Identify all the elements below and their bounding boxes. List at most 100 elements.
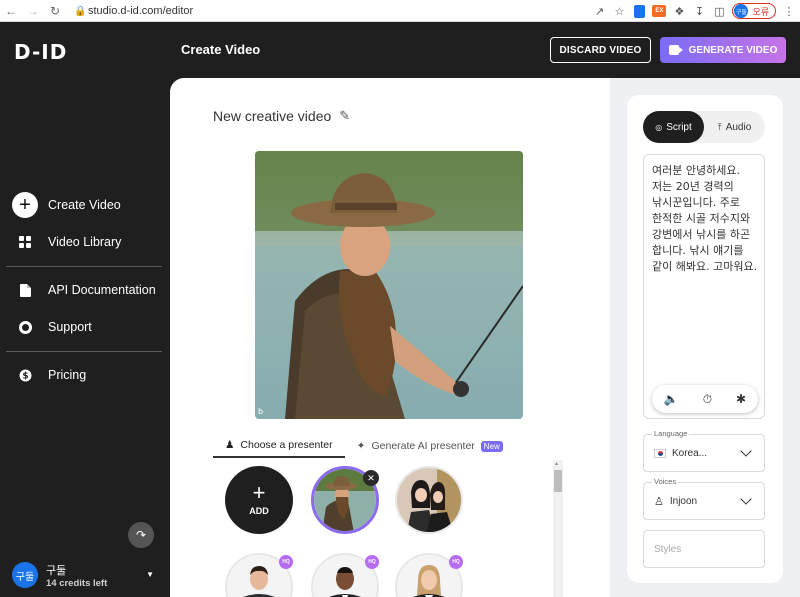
magic-wand-icon[interactable]: ✱ bbox=[736, 392, 746, 406]
scroll-up-icon[interactable]: ▲ bbox=[554, 461, 559, 467]
extension-orange-icon[interactable]: EX bbox=[652, 4, 667, 18]
kebab-menu-icon[interactable]: ⋮ bbox=[782, 4, 796, 18]
pencil-icon[interactable]: ✎ bbox=[339, 108, 350, 124]
add-label: ADD bbox=[249, 506, 269, 516]
page-title: Create Video bbox=[181, 42, 261, 57]
remove-presenter-button[interactable]: ✕ bbox=[363, 470, 379, 486]
sidebar-item-label: Pricing bbox=[48, 368, 87, 382]
tab-audio[interactable]: ⤒ Audio bbox=[704, 111, 765, 143]
avatar: 구둘 bbox=[12, 562, 38, 588]
presenter-grid: + ADD ✕ HQ HQ HQ bbox=[225, 466, 565, 597]
sidebar-item-support[interactable]: Support bbox=[12, 314, 92, 340]
language-select[interactable]: Language Korea... bbox=[643, 429, 765, 472]
lock-icon: 🔒 bbox=[74, 5, 87, 17]
puzzle-icon[interactable]: ❖ bbox=[672, 4, 686, 18]
sidebar-item-create-video[interactable]: + Create Video bbox=[12, 192, 121, 218]
caret-down-icon: ▼ bbox=[146, 570, 154, 579]
presenter-preview-image: b bbox=[255, 151, 523, 419]
profile-avatar: 구둘 bbox=[734, 4, 749, 18]
add-presenter-button[interactable]: + ADD bbox=[225, 466, 293, 534]
script-icon: ◎ bbox=[655, 122, 663, 132]
sidebar-item-label: Support bbox=[48, 320, 92, 334]
timer-icon[interactable]: ⏱ bbox=[703, 392, 712, 407]
hq-badge: HQ bbox=[279, 555, 293, 569]
dollar-icon: $ bbox=[12, 362, 38, 388]
language-value: Korea... bbox=[672, 447, 708, 459]
extension-blue-icon[interactable] bbox=[632, 4, 646, 18]
collapse-sidebar-button[interactable]: ↷ bbox=[128, 522, 154, 548]
language-label: Language bbox=[652, 429, 690, 438]
tab-label: Script bbox=[666, 121, 692, 133]
address-bar[interactable]: 🔒 studio.d-id.com/editor bbox=[74, 3, 614, 19]
sparkle-icon: ✦ bbox=[356, 440, 366, 452]
browser-toolbar: ← → ↻ 🔒 studio.d-id.com/editor ↗ ☆ EX ❖ … bbox=[0, 0, 800, 22]
plus-circle-icon: + bbox=[12, 192, 38, 218]
share-icon[interactable]: ↗ bbox=[592, 4, 606, 18]
sidebar-item-label: Create Video bbox=[48, 198, 121, 212]
url-text: studio.d-id.com/editor bbox=[88, 5, 194, 17]
plus-icon: + bbox=[252, 480, 266, 505]
sidebar-item-label: API Documentation bbox=[48, 283, 156, 297]
script-audio-toggle: ◎ Script ⤒ Audio bbox=[643, 111, 765, 143]
top-header: Create Video DISCARD VIDEO GENERATE VIDE… bbox=[168, 22, 800, 78]
generate-video-label: GENERATE VIDEO bbox=[688, 44, 778, 56]
speaker-icon[interactable]: 🔈 bbox=[664, 392, 679, 406]
close-icon: ✕ bbox=[367, 472, 375, 483]
chevron-down-icon bbox=[740, 493, 752, 505]
new-badge: New bbox=[480, 440, 503, 452]
styles-select[interactable]: Styles bbox=[643, 530, 765, 568]
back-arrow-icon[interactable]: ← bbox=[0, 0, 22, 22]
svg-text:$: $ bbox=[22, 371, 28, 381]
discard-video-button[interactable]: DISCARD VIDEO bbox=[550, 37, 651, 63]
presenter-two-women[interactable] bbox=[395, 466, 463, 534]
voices-label: Voices bbox=[652, 477, 679, 486]
sidepanel-icon[interactable]: ◫ bbox=[712, 4, 726, 18]
sidebar-item-video-library[interactable]: Video Library bbox=[12, 229, 121, 255]
script-panel: ◎ Script ⤒ Audio 여러분 안녕하세요. 저는 20년 경력의 낚… bbox=[627, 95, 783, 583]
forward-arrow-icon[interactable]: → bbox=[22, 0, 44, 22]
video-title-row[interactable]: New creative video ✎ bbox=[213, 108, 350, 124]
styles-placeholder: Styles bbox=[654, 543, 682, 555]
tab-generate-ai-presenter[interactable]: ✦ Generate AI presenter New bbox=[345, 434, 515, 458]
video-title[interactable]: New creative video bbox=[213, 108, 331, 124]
korea-flag-icon bbox=[654, 448, 666, 458]
tab-label: Generate AI presenter bbox=[371, 440, 475, 452]
sidebar-divider bbox=[6, 266, 162, 267]
person-icon: ♙ bbox=[654, 495, 664, 508]
svg-text:b: b bbox=[258, 407, 263, 416]
script-text[interactable]: 여러분 안녕하세요. 저는 20년 경력의 낚시꾼입니다. 주로 한적한 시골 … bbox=[652, 163, 762, 275]
redirect-arrow-icon: ↷ bbox=[135, 528, 147, 542]
grid-icon bbox=[12, 229, 38, 255]
voice-value: Injoon bbox=[669, 495, 698, 507]
upload-icon: ⤒ bbox=[717, 121, 722, 132]
user-account[interactable]: 구둘 구둘 14 credits left ▼ bbox=[12, 560, 162, 590]
presenter-tabs: ♟ Choose a presenter ✦ Generate AI prese… bbox=[213, 434, 563, 460]
script-tools: 🔈 ⏱ ✱ bbox=[652, 385, 758, 413]
presenter-scrollbar[interactable]: ▲ bbox=[553, 460, 563, 597]
scrollbar-thumb[interactable] bbox=[554, 470, 562, 492]
profile-status: 오류 bbox=[752, 6, 769, 17]
profile-chip[interactable]: 구둘 오류 bbox=[732, 3, 776, 19]
tab-choose-presenter[interactable]: ♟ Choose a presenter bbox=[213, 434, 345, 458]
reload-icon[interactable]: ↻ bbox=[44, 0, 66, 22]
logo[interactable]: D-ID bbox=[14, 40, 67, 64]
document-icon bbox=[12, 277, 38, 303]
sidebar-item-pricing[interactable]: $ Pricing bbox=[12, 362, 86, 388]
sidebar-item-label: Video Library bbox=[48, 235, 122, 249]
credits-remaining: 14 credits left bbox=[46, 577, 108, 589]
generate-video-button[interactable]: GENERATE VIDEO bbox=[660, 37, 786, 63]
sidebar: D-ID + Create Video Video Library API Do… bbox=[0, 22, 168, 597]
script-textarea[interactable]: 여러분 안녕하세요. 저는 20년 경력의 낚시꾼입니다. 주로 한적한 시골 … bbox=[643, 154, 765, 419]
editor-canvas: New creative video ✎ b ♟ Choose a presen… bbox=[170, 78, 610, 597]
sidebar-item-api-documentation[interactable]: API Documentation bbox=[12, 277, 156, 303]
tab-label: Audio bbox=[725, 121, 752, 133]
hq-badge: HQ bbox=[449, 555, 463, 569]
lifebuoy-icon bbox=[12, 314, 38, 340]
star-icon[interactable]: ☆ bbox=[612, 4, 626, 18]
voices-select[interactable]: Voices ♙ Injoon bbox=[643, 477, 765, 520]
tab-label: Choose a presenter bbox=[240, 439, 333, 451]
download-icon[interactable]: ↧ bbox=[692, 4, 706, 18]
hq-badge: HQ bbox=[365, 555, 379, 569]
tab-script[interactable]: ◎ Script bbox=[643, 111, 704, 143]
user-name: 구둘 bbox=[46, 564, 67, 577]
